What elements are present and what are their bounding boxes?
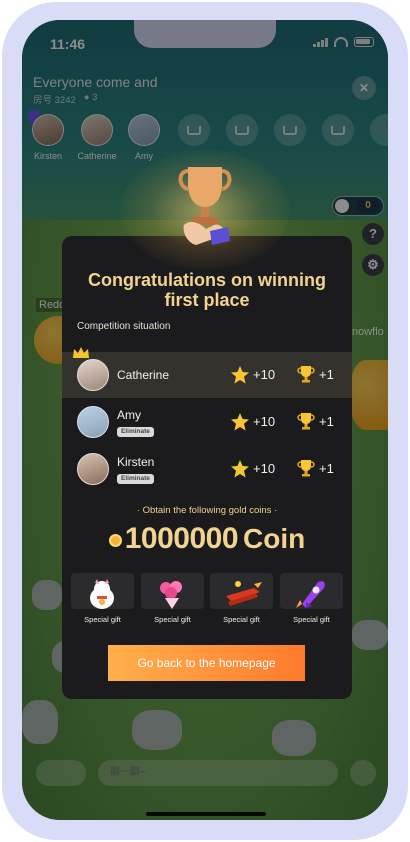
- cup-icon: [297, 366, 315, 383]
- star-icon: [231, 460, 249, 478]
- gift-item: Special gift: [210, 573, 273, 629]
- cup-icon: [297, 413, 315, 430]
- gift-label: Special gift: [293, 615, 330, 624]
- gift-item: Special gift: [71, 573, 134, 629]
- ranking-row-first: Catherine +10 +1: [62, 347, 352, 398]
- trophy-points: +1: [319, 461, 334, 476]
- gift-label: Special gift: [154, 615, 191, 624]
- avatar: [77, 406, 109, 438]
- gift-box: [71, 573, 134, 609]
- back-to-homepage-button[interactable]: Go back to the homepage: [108, 645, 305, 681]
- competition-label: Competition situation: [77, 321, 171, 332]
- ranking-row: Amy Eliminate +10 +1: [62, 399, 352, 445]
- reward-title: · Obtain the following gold coins ·: [136, 505, 278, 516]
- gift-box: [141, 573, 204, 609]
- purple-rocket-icon: [296, 581, 325, 608]
- gift-box: [280, 573, 343, 609]
- gift-label: Special gift: [223, 615, 260, 624]
- cup-icon: [297, 460, 315, 477]
- modal-title: Congratulations on winning first place: [62, 270, 352, 310]
- star-points: +10: [253, 461, 276, 476]
- trophy-icon: [178, 167, 232, 245]
- ranking-row: Kirsten Eliminate +10 +1: [62, 446, 352, 492]
- modal-title-line: Congratulations on winning: [88, 270, 326, 290]
- player-name: Catherine: [117, 368, 170, 382]
- lucky-cat-icon: [90, 579, 114, 609]
- rocket-sled-icon: [226, 581, 262, 606]
- player-name: Kirsten: [117, 455, 155, 469]
- gift-item: Special gift: [141, 573, 204, 629]
- gift-item: Special gift: [280, 573, 343, 629]
- coin-amount: 1000000: [124, 522, 239, 555]
- star-icon: [231, 366, 249, 384]
- star-points: +10: [253, 414, 276, 429]
- eliminate-tag: Eliminate: [117, 427, 154, 437]
- star-points: +10: [253, 367, 276, 382]
- avatar: [77, 453, 109, 485]
- eliminate-tag: Eliminate: [117, 474, 154, 484]
- trophy-points: +1: [319, 367, 334, 382]
- player-name: Amy: [117, 408, 141, 422]
- avatar: [77, 359, 109, 391]
- gift-box: [210, 573, 273, 609]
- trophy-points: +1: [319, 414, 334, 429]
- modal-title-line: first place: [164, 290, 250, 310]
- gift-label: Special gift: [84, 615, 121, 624]
- coin-reward: 1000000 Coin: [62, 522, 352, 556]
- star-icon: [231, 413, 249, 431]
- flower-bouquet-icon: [160, 581, 182, 609]
- crown-icon: [73, 347, 89, 358]
- coin-icon: [108, 534, 122, 548]
- coin-unit: Coin: [243, 523, 306, 554]
